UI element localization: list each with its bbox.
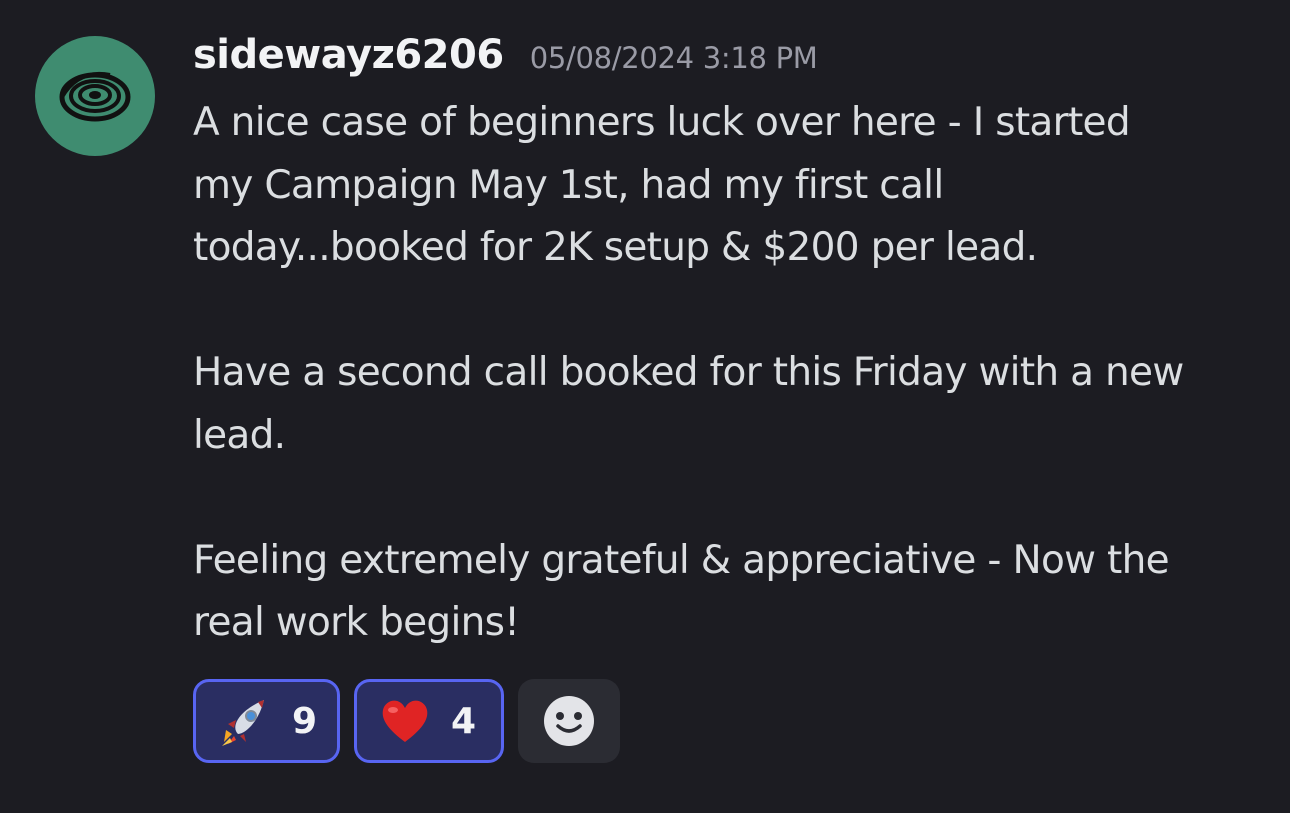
reaction-count: 9 (292, 700, 318, 742)
message-header: sidewayz6206 05/08/2024 3:18 PM (193, 32, 818, 78)
message-paragraph: A nice case of beginners luck over here … (193, 100, 1131, 270)
timestamp: 05/08/2024 3:18 PM (529, 41, 818, 75)
message-paragraph: Have a second call booked for this Frida… (193, 350, 1184, 458)
chat-message: sidewayz6206 05/08/2024 3:18 PM A nice c… (0, 0, 1290, 813)
reaction-bar: 9 4 (193, 679, 620, 763)
red-heart-emoji (379, 696, 431, 746)
message-content: A nice case of beginners luck over here … (193, 92, 1278, 655)
avatar[interactable] (35, 36, 155, 156)
reaction-heart[interactable]: 4 (354, 679, 504, 763)
smiley-face-icon (544, 696, 594, 746)
reaction-rocket[interactable]: 9 (193, 679, 340, 763)
spiral-eye-icon (59, 72, 131, 122)
message-paragraph: Feeling extremely grateful & appreciativ… (193, 537, 1170, 646)
reaction-count: 4 (451, 700, 477, 742)
username[interactable]: sidewayz6206 (193, 32, 504, 78)
rocket-emoji (218, 694, 272, 748)
add-reaction-button[interactable] (518, 679, 620, 763)
